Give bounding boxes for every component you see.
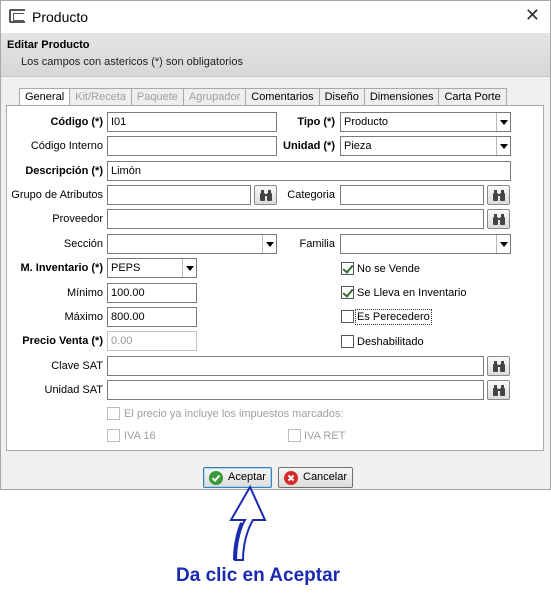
- m-inventario-select[interactable]: PEPS: [107, 258, 197, 278]
- precio-venta-field: 0.00: [107, 331, 197, 351]
- unidad-sat-label: Unidad SAT: [44, 384, 104, 396]
- tipo-label: Tipo (*): [297, 116, 335, 128]
- tipo-select[interactable]: Producto: [340, 112, 511, 132]
- grupo-atributos-lookup-button[interactable]: [254, 185, 277, 205]
- tab-agrupador: Agrupador: [182, 88, 247, 105]
- header-subtitle: Los campos con astericos (*) son obligat…: [21, 56, 243, 68]
- tab-diseno[interactable]: Diseño: [318, 88, 365, 105]
- grupo-atributos-label: Grupo de Atributos: [11, 189, 103, 201]
- proveedor-label: Proveedor: [52, 213, 103, 225]
- se-lleva-inventario-checkbox[interactable]: [341, 286, 354, 299]
- chevron-down-icon: [262, 235, 276, 253]
- es-perecedero-checkbox[interactable]: [341, 310, 354, 323]
- binoculars-icon: [493, 385, 505, 396]
- familia-label: Familia: [299, 238, 335, 250]
- precio-incluye-label: El precio ya incluye los impuestos marca…: [124, 408, 344, 420]
- no-se-vende-label: No se Vende: [357, 263, 420, 275]
- m-inventario-value: PEPS: [111, 262, 141, 274]
- header-band: Editar Producto Los campos con astericos…: [1, 33, 550, 77]
- arrow-up-icon: [229, 485, 267, 561]
- categoria-field[interactable]: [340, 185, 484, 205]
- unidad-select[interactable]: Pieza: [340, 136, 511, 156]
- codigo-interno-label: Código Interno: [30, 140, 103, 152]
- m-inventario-label: M. Inventario (*): [20, 262, 103, 274]
- proveedor-field[interactable]: [107, 209, 484, 229]
- grupo-atributos-field[interactable]: [107, 185, 251, 205]
- close-icon[interactable]: ✕: [525, 5, 540, 26]
- codigo-field[interactable]: I01: [107, 112, 277, 132]
- clave-sat-lookup-button[interactable]: [487, 356, 510, 376]
- seccion-label: Sección: [63, 238, 103, 250]
- iva-ret-checkbox: [288, 429, 301, 442]
- binoculars-icon: [493, 190, 505, 201]
- tab-strip: General Kit/Receta Paquete Agrupador Com…: [19, 88, 507, 106]
- tab-carta-porte[interactable]: Carta Porte: [438, 88, 507, 105]
- binoculars-icon: [493, 361, 505, 372]
- descripcion-label: Descripción (*): [25, 165, 103, 177]
- maximo-field[interactable]: 800.00: [107, 307, 197, 327]
- chevron-down-icon: [496, 113, 510, 131]
- se-lleva-inventario-label: Se Lleva en Inventario: [357, 287, 467, 299]
- maximo-label: Máximo: [64, 311, 103, 323]
- tab-paquete: Paquete: [130, 88, 184, 105]
- cancelar-button[interactable]: Cancelar: [278, 467, 354, 488]
- tab-general[interactable]: General: [19, 88, 71, 106]
- tab-kit-receta: Kit/Receta: [69, 88, 132, 105]
- chevron-down-icon: [496, 137, 510, 155]
- unidad-value: Pieza: [344, 140, 372, 152]
- window-title: Producto: [32, 9, 89, 25]
- binoculars-icon: [260, 190, 272, 201]
- aceptar-label: Aceptar: [228, 471, 266, 483]
- minimo-field[interactable]: 100.00: [107, 283, 197, 303]
- instruction-caption: Da clic en Aceptar: [176, 565, 341, 586]
- iva-ret-label: IVA RET: [304, 430, 346, 442]
- precio-venta-label: Precio Venta (*): [22, 335, 103, 347]
- tab-dimensiones[interactable]: Dimensiones: [363, 88, 440, 105]
- tab-comentarios[interactable]: Comentarios: [245, 88, 320, 105]
- precio-incluye-checkbox: [107, 407, 120, 420]
- descripcion-field[interactable]: Limón: [107, 161, 511, 181]
- seccion-select[interactable]: [107, 234, 277, 254]
- no-se-vende-checkbox[interactable]: [341, 262, 354, 275]
- clave-sat-field[interactable]: [107, 356, 484, 376]
- deshabilitado-checkbox[interactable]: [341, 335, 354, 348]
- cancel-icon: [284, 471, 298, 485]
- producto-dialog: Producto ✕ Editar Producto Los campos co…: [0, 0, 551, 490]
- binoculars-icon: [493, 214, 505, 225]
- codigo-interno-field[interactable]: [107, 136, 277, 156]
- codigo-label: Código (*): [50, 116, 103, 128]
- categoria-label: Categoria: [287, 189, 335, 201]
- categoria-lookup-button[interactable]: [487, 185, 510, 205]
- iva16-checkbox: [107, 429, 120, 442]
- es-perecedero-label: Es Perecedero: [355, 309, 432, 325]
- minimo-label: Mínimo: [66, 287, 103, 299]
- proveedor-lookup-button[interactable]: [487, 209, 510, 229]
- tipo-value: Producto: [344, 116, 389, 128]
- chevron-down-icon: [182, 259, 196, 277]
- app-icon: [9, 9, 25, 23]
- clave-sat-label: Clave SAT: [51, 360, 103, 372]
- deshabilitado-label: Deshabilitado: [357, 336, 424, 348]
- chevron-down-icon: [496, 235, 510, 253]
- unidad-sat-field[interactable]: [107, 380, 484, 400]
- check-icon: [209, 471, 223, 485]
- unidad-label: Unidad (*): [283, 140, 335, 152]
- iva16-label: IVA 16: [124, 430, 156, 442]
- cancelar-label: Cancelar: [303, 471, 348, 483]
- familia-select[interactable]: [340, 234, 511, 254]
- unidad-sat-lookup-button[interactable]: [487, 380, 510, 400]
- title-bar: Producto ✕: [1, 1, 550, 33]
- header-title: Editar Producto: [7, 39, 90, 51]
